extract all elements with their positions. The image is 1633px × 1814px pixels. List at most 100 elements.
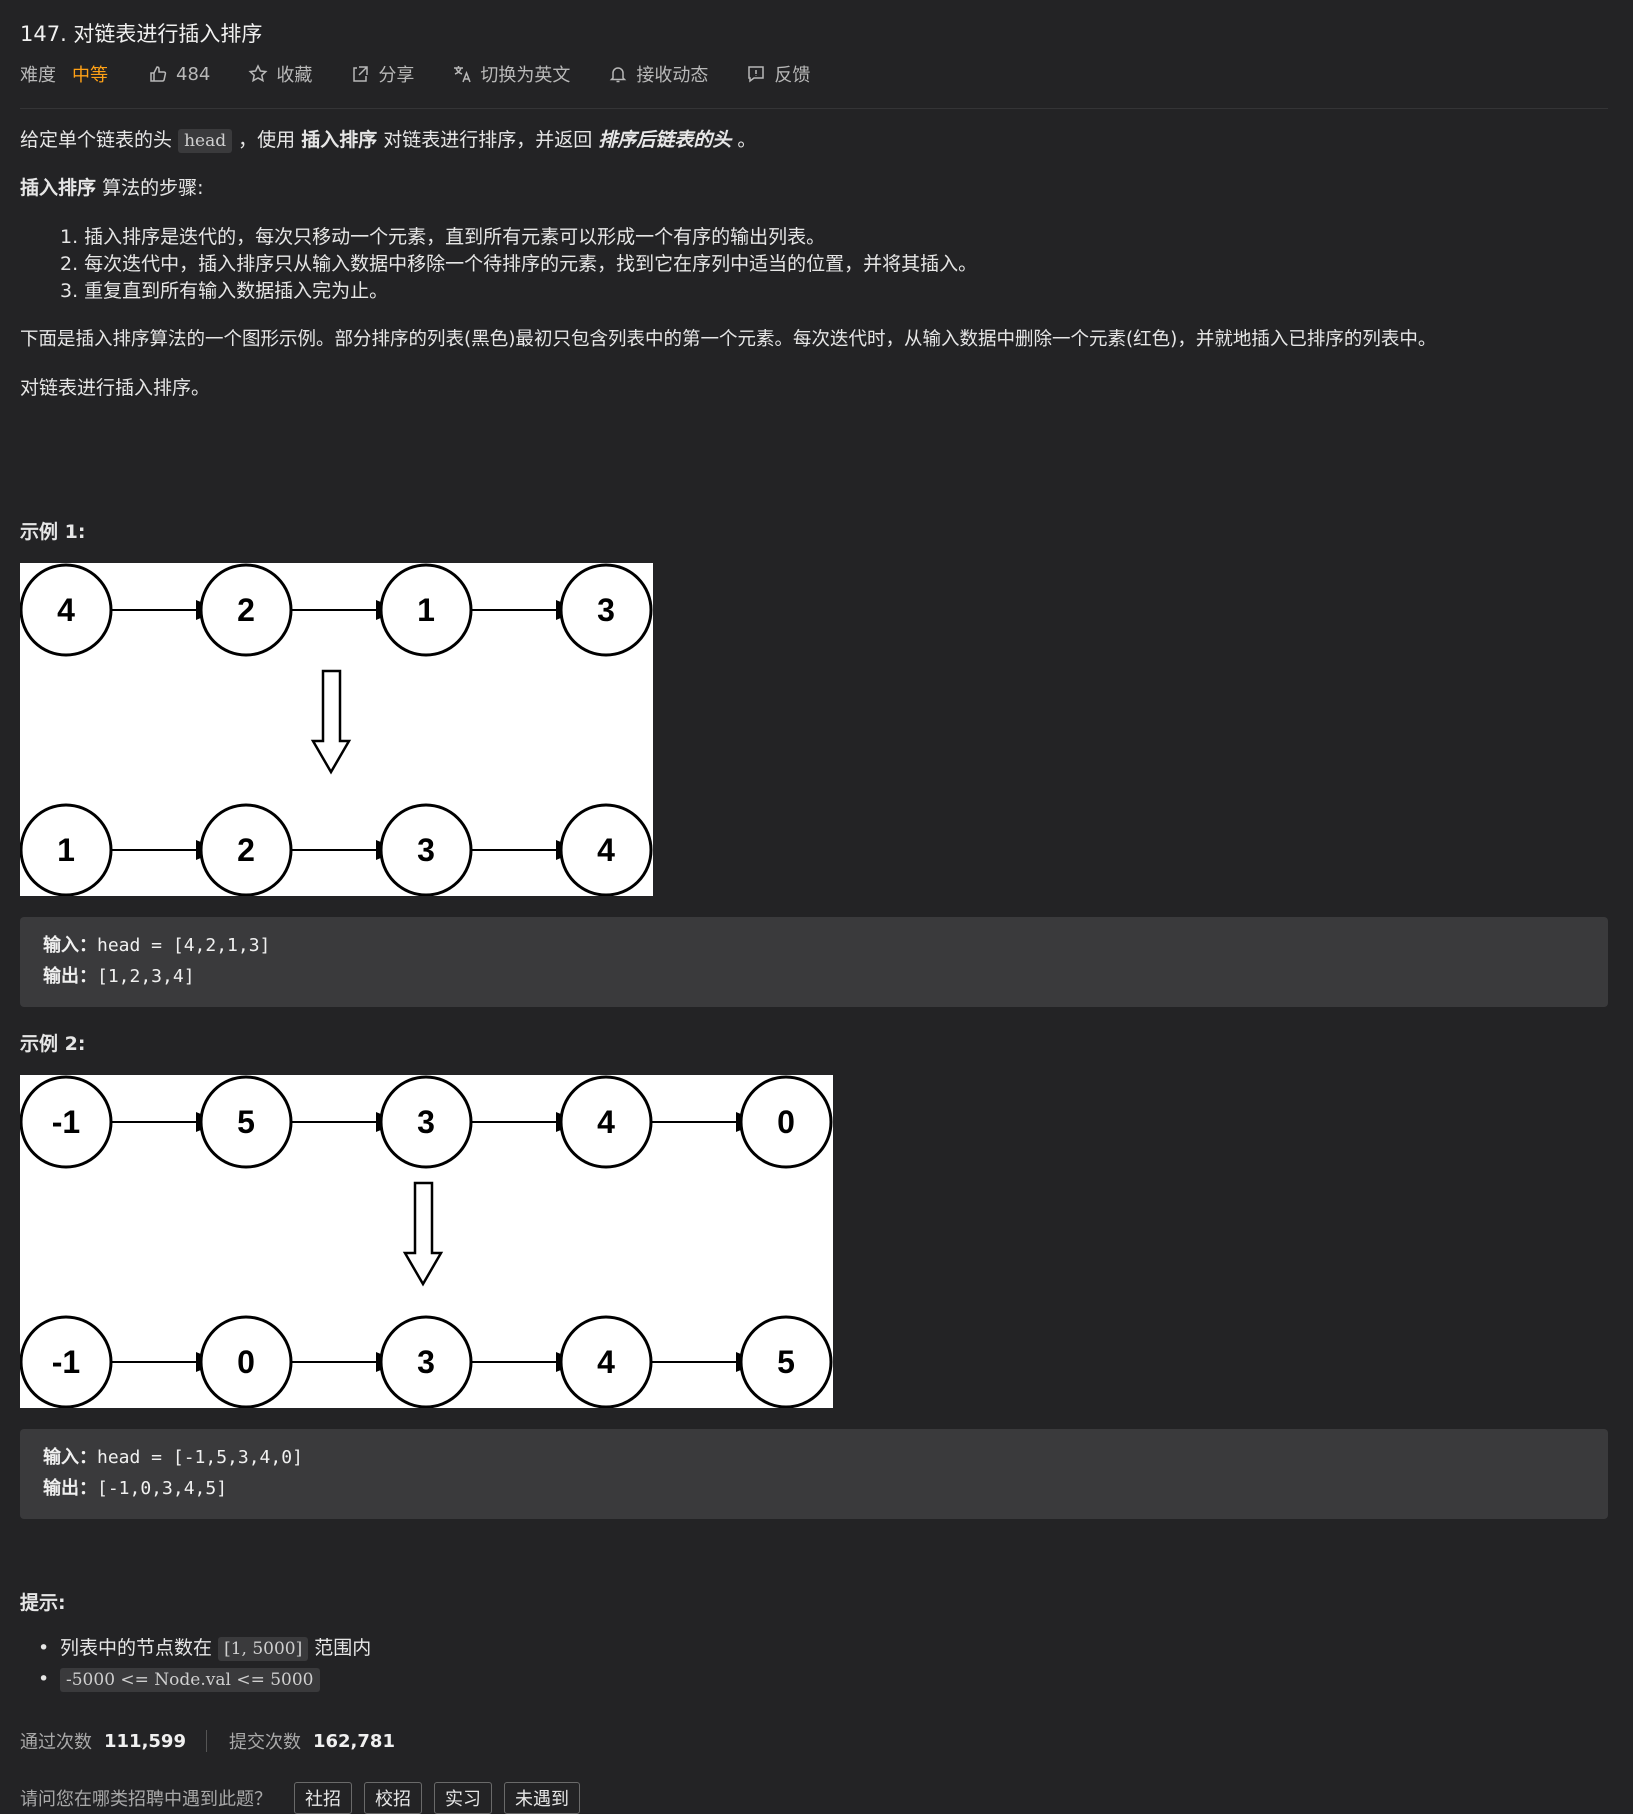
share-label: 分享 bbox=[378, 65, 415, 86]
constraint-text: 列表中的节点数在 bbox=[60, 1637, 213, 1659]
constraint-code: -5000 <= Node.val <= 5000 bbox=[60, 1668, 320, 1692]
survey-question: 请问您在哪类招聘中遇到此题？ bbox=[20, 1789, 272, 1810]
subscribe-button[interactable]: 接收动态 bbox=[608, 61, 708, 87]
example-2-io-block: 输入：head = [-1,5,3,4,0] 输出：[-1,0,3,4,5] bbox=[20, 1429, 1608, 1519]
node-value: 4 bbox=[597, 1344, 615, 1380]
constraint-text: 范围内 bbox=[314, 1637, 372, 1659]
like-count: 484 bbox=[176, 63, 211, 85]
input-label: 输入： bbox=[43, 1447, 97, 1468]
down-arrow-icon bbox=[402, 1181, 444, 1287]
p1-bold-insertion-sort: 插入排序 bbox=[301, 129, 378, 151]
example-2-bottom-list: -1 0 3 4 5 bbox=[20, 1315, 833, 1408]
p2-bold: 插入排序 bbox=[20, 177, 97, 199]
example-1-heading: 示例 1: bbox=[20, 521, 86, 543]
survey-option-internship[interactable]: 实习 bbox=[434, 1782, 492, 1814]
submission-stats: 通过次数 111,599 提交次数 162,781 bbox=[20, 1728, 415, 1754]
constraint-item: -5000 <= Node.val <= 5000 bbox=[38, 1664, 371, 1695]
difficulty-label: 难度 bbox=[20, 65, 56, 86]
subscribe-label: 接收动态 bbox=[636, 65, 709, 86]
node-value: 0 bbox=[237, 1344, 255, 1380]
problem-title: 147. 对链表进行插入排序 bbox=[20, 22, 263, 46]
input-value: head = [4,2,1,3] bbox=[97, 935, 271, 956]
p1-emphasis: 排序后链表的头 bbox=[598, 129, 732, 151]
description-paragraph-1: 给定单个链表的头 head ，使用 插入排序 对链表进行排序，并返回 排序后链表… bbox=[20, 127, 756, 154]
node-value: 0 bbox=[777, 1104, 795, 1140]
p2-text: 算法的步骤: bbox=[102, 177, 204, 199]
problem-meta-bar: 难度 中等 484 收藏 分享 切换为英文 接收动态 反馈 bbox=[20, 58, 848, 90]
node-value: 3 bbox=[417, 832, 435, 868]
node-value: 5 bbox=[777, 1344, 795, 1380]
p1-text-c: 对链表进行排序，并返回 bbox=[383, 129, 593, 151]
node-value: 3 bbox=[417, 1104, 435, 1140]
p1-text-b: ，使用 bbox=[238, 129, 296, 151]
description-paragraph-4: 对链表进行插入排序。 bbox=[20, 377, 211, 399]
output-label: 输出： bbox=[43, 1478, 97, 1499]
p1-text-d: 。 bbox=[737, 129, 757, 151]
example-2-input-line: 输入：head = [-1,5,3,4,0] bbox=[20, 1442, 1608, 1473]
share-button[interactable]: 分享 bbox=[350, 61, 414, 87]
submissions-count: 162,781 bbox=[312, 1730, 395, 1752]
feedback-icon bbox=[748, 66, 765, 83]
step-item: 2. 每次迭代中，插入排序只从输入数据中移除一个待排序的元素，找到它在序列中适当… bbox=[60, 253, 978, 275]
node-value: -1 bbox=[52, 1104, 80, 1140]
inline-code-head: head bbox=[178, 129, 233, 153]
stats-divider bbox=[205, 1730, 207, 1752]
feedback-button[interactable]: 反馈 bbox=[746, 61, 810, 87]
accepted-label: 通过次数 bbox=[20, 1732, 92, 1753]
feedback-label: 反馈 bbox=[774, 65, 811, 86]
share-icon bbox=[353, 66, 369, 82]
star-icon bbox=[248, 64, 268, 83]
algorithm-steps-list: 1. 插入排序是迭代的，每次只移动一个元素，直到所有元素可以形成一个有序的输出列… bbox=[60, 224, 977, 305]
like-button[interactable]: 484 bbox=[148, 64, 210, 85]
switch-language-label: 切换为英文 bbox=[480, 65, 571, 86]
favorite-button[interactable]: 收藏 bbox=[248, 61, 312, 87]
example-2-diagram: -1 5 3 4 0 -1 0 3 4 5 bbox=[20, 1075, 833, 1408]
difficulty-badge: 中等 bbox=[72, 65, 108, 86]
translate-icon bbox=[454, 66, 472, 83]
recruitment-survey: 请问您在哪类招聘中遇到此题？ 社招 校招 实习 未遇到 bbox=[20, 1782, 592, 1814]
survey-option-social[interactable]: 社招 bbox=[294, 1782, 352, 1814]
example-1-diagram: 4 2 1 3 1 2 3 4 bbox=[20, 563, 653, 896]
survey-option-campus[interactable]: 校招 bbox=[364, 1782, 422, 1814]
example-2-heading: 示例 2: bbox=[20, 1033, 86, 1055]
constraint-code: [1, 5000] bbox=[218, 1637, 309, 1661]
node-value: 3 bbox=[417, 1344, 435, 1380]
favorite-label: 收藏 bbox=[276, 65, 313, 86]
node-value: 4 bbox=[597, 832, 615, 868]
input-value: head = [-1,5,3,4,0] bbox=[97, 1447, 303, 1468]
description-paragraph-3: 下面是插入排序算法的一个图形示例。部分排序的列表(黑色)最初只包含列表中的第一个… bbox=[20, 329, 1437, 350]
header-divider bbox=[20, 108, 1608, 109]
example-1-top-list: 4 2 1 3 bbox=[20, 563, 653, 657]
step-item: 3. 重复直到所有输入数据插入完为止。 bbox=[60, 280, 389, 302]
constraint-item: 列表中的节点数在 [1, 5000] 范围内 bbox=[38, 1633, 372, 1664]
example-2-output-line: 输出：[-1,0,3,4,5] bbox=[20, 1473, 1608, 1504]
accepted-count: 111,599 bbox=[104, 1730, 186, 1752]
node-value: 4 bbox=[597, 1104, 615, 1140]
node-value: 5 bbox=[237, 1104, 255, 1140]
output-value: [-1,0,3,4,5] bbox=[97, 1478, 228, 1499]
node-value: 2 bbox=[237, 592, 255, 628]
output-value: [1,2,3,4] bbox=[97, 966, 195, 987]
submissions-label: 提交次数 bbox=[228, 1732, 301, 1753]
constraints-list: 列表中的节点数在 [1, 5000] 范围内 -5000 <= Node.val… bbox=[38, 1633, 372, 1695]
thumbs-up-icon bbox=[150, 66, 167, 82]
problem-page: 147. 对链表进行插入排序 难度 中等 484 收藏 分享 切换为英文 接收动… bbox=[0, 0, 1633, 1814]
example-1-io-block: 输入：head = [4,2,1,3] 输出：[1,2,3,4] bbox=[20, 917, 1608, 1007]
bell-icon bbox=[610, 67, 627, 83]
input-label: 输入： bbox=[43, 935, 97, 956]
switch-language-button[interactable]: 切换为英文 bbox=[452, 61, 570, 87]
down-arrow-icon bbox=[310, 669, 352, 775]
node-value: 1 bbox=[417, 592, 435, 628]
hints-heading: 提示: bbox=[20, 1592, 66, 1614]
description-paragraph-2: 插入排序 算法的步骤: bbox=[20, 175, 203, 202]
example-1-bottom-list: 1 2 3 4 bbox=[20, 803, 653, 896]
example-1-input-line: 输入：head = [4,2,1,3] bbox=[20, 930, 1608, 961]
node-value: 3 bbox=[597, 592, 615, 628]
example-1-output-line: 输出：[1,2,3,4] bbox=[20, 961, 1608, 992]
example-2-top-list: -1 5 3 4 0 bbox=[20, 1075, 833, 1169]
node-value: -1 bbox=[52, 1344, 80, 1380]
node-value: 1 bbox=[57, 832, 75, 868]
step-item: 1. 插入排序是迭代的，每次只移动一个元素，直到所有元素可以形成一个有序的输出列… bbox=[60, 226, 826, 248]
output-label: 输出： bbox=[43, 966, 97, 987]
survey-option-never[interactable]: 未遇到 bbox=[504, 1782, 580, 1814]
